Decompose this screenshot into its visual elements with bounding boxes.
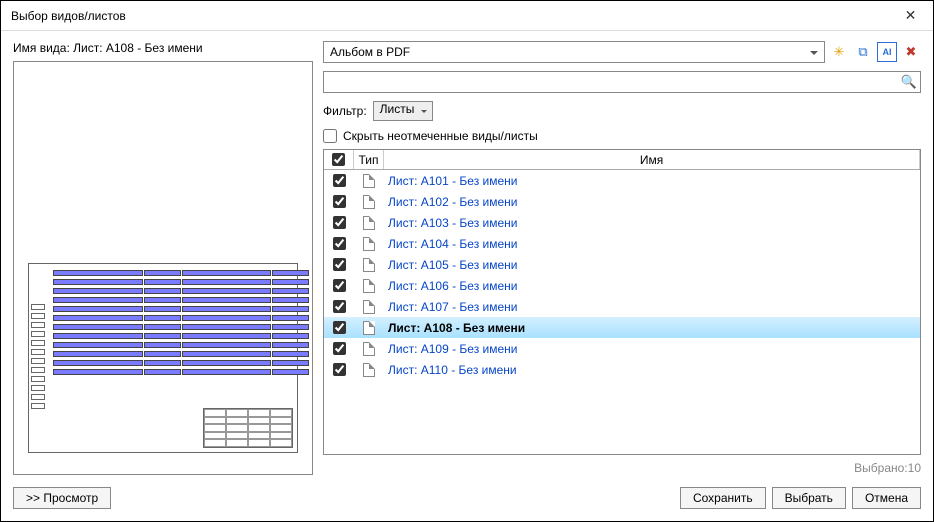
row-checkbox[interactable] xyxy=(333,216,346,229)
header-name-column[interactable]: Имя xyxy=(384,150,920,169)
sheet-type-icon xyxy=(354,195,384,209)
viewname-label: Имя вида: Лист: А108 - Без имени xyxy=(13,41,313,55)
selected-count: Выбрано:10 xyxy=(323,461,921,475)
grid-body[interactable]: Лист: А101 - Без имени Лист: А102 - Без и… xyxy=(324,170,920,454)
table-row[interactable]: Лист: А104 - Без имени xyxy=(324,233,920,254)
window-title: Выбор видов/листов xyxy=(11,9,888,23)
sheet-type-icon xyxy=(354,237,384,251)
rename-set-icon[interactable]: AI xyxy=(877,42,897,62)
row-name[interactable]: Лист: А102 - Без имени xyxy=(388,195,518,209)
sheet-type-icon xyxy=(354,258,384,272)
sheet-type-icon xyxy=(354,300,384,314)
preview-button[interactable]: >> Просмотр xyxy=(13,487,111,509)
row-checkbox[interactable] xyxy=(333,363,346,376)
grid-header: Тип Имя xyxy=(324,150,920,170)
viewset-combo[interactable]: Альбом в PDF xyxy=(323,41,825,63)
row-name[interactable]: Лист: А107 - Без имени xyxy=(388,300,518,314)
table-row[interactable]: Лист: А105 - Без имени xyxy=(324,254,920,275)
row-name[interactable]: Лист: А101 - Без имени xyxy=(388,174,518,188)
row-name[interactable]: Лист: А106 - Без имени xyxy=(388,279,518,293)
delete-set-icon[interactable]: ✖ xyxy=(901,42,921,62)
row-checkbox[interactable] xyxy=(333,195,346,208)
titlebar: Выбор видов/листов ✕ xyxy=(1,1,933,31)
filter-label: Фильтр: xyxy=(323,104,367,118)
row-checkbox[interactable] xyxy=(333,174,346,187)
filter-select[interactable]: Листы xyxy=(373,101,434,121)
row-name[interactable]: Лист: А108 - Без имени xyxy=(388,321,525,335)
table-row[interactable]: Лист: А103 - Без имени xyxy=(324,212,920,233)
table-row[interactable]: Лист: А108 - Без имени xyxy=(324,317,920,338)
row-name[interactable]: Лист: А105 - Без имени xyxy=(388,258,518,272)
table-row[interactable]: Лист: А110 - Без имени xyxy=(324,359,920,380)
save-button[interactable]: Сохранить xyxy=(680,487,766,509)
preview-pane xyxy=(13,61,313,475)
hide-unchecked-label: Скрыть неотмеченные виды/листы xyxy=(343,129,538,143)
search-input[interactable] xyxy=(323,71,921,93)
row-checkbox[interactable] xyxy=(333,300,346,313)
header-check-column[interactable] xyxy=(324,150,354,169)
header-type-column[interactable]: Тип xyxy=(354,150,384,169)
sheet-type-icon xyxy=(354,363,384,377)
select-button[interactable]: Выбрать xyxy=(772,487,846,509)
row-name[interactable]: Лист: А104 - Без имени xyxy=(388,237,518,251)
duplicate-set-icon[interactable]: ⧉ xyxy=(853,42,873,62)
row-checkbox[interactable] xyxy=(333,279,346,292)
hide-unchecked-checkbox[interactable] xyxy=(323,129,337,143)
table-row[interactable]: Лист: А109 - Без имени xyxy=(324,338,920,359)
row-name[interactable]: Лист: А103 - Без имени xyxy=(388,216,518,230)
sheet-type-icon xyxy=(354,216,384,230)
row-name[interactable]: Лист: А110 - Без имени xyxy=(388,363,517,377)
sheet-type-icon xyxy=(354,174,384,188)
row-checkbox[interactable] xyxy=(333,342,346,355)
sheet-type-icon xyxy=(354,342,384,356)
row-checkbox[interactable] xyxy=(333,237,346,250)
close-button[interactable]: ✕ xyxy=(888,2,933,30)
search-icon[interactable]: 🔍 xyxy=(901,74,917,90)
sheet-thumbnail xyxy=(28,263,298,453)
row-name[interactable]: Лист: А109 - Без имени xyxy=(388,342,518,356)
row-checkbox[interactable] xyxy=(333,258,346,271)
table-row[interactable]: Лист: А107 - Без имени xyxy=(324,296,920,317)
table-row[interactable]: Лист: А102 - Без имени xyxy=(324,191,920,212)
table-row[interactable]: Лист: А101 - Без имени xyxy=(324,170,920,191)
viewset-combo-value: Альбом в PDF xyxy=(330,45,410,59)
cancel-button[interactable]: Отмена xyxy=(852,487,921,509)
sheet-type-icon xyxy=(354,321,384,335)
table-row[interactable]: Лист: А106 - Без имени xyxy=(324,275,920,296)
new-set-icon[interactable]: ✳ xyxy=(829,42,849,62)
master-checkbox[interactable] xyxy=(332,153,345,166)
sheet-grid: Тип Имя Лист: А101 - Без имени Лист: А102… xyxy=(323,149,921,455)
filter-value: Листы xyxy=(380,102,415,116)
sheet-type-icon xyxy=(354,279,384,293)
row-checkbox[interactable] xyxy=(333,321,346,334)
